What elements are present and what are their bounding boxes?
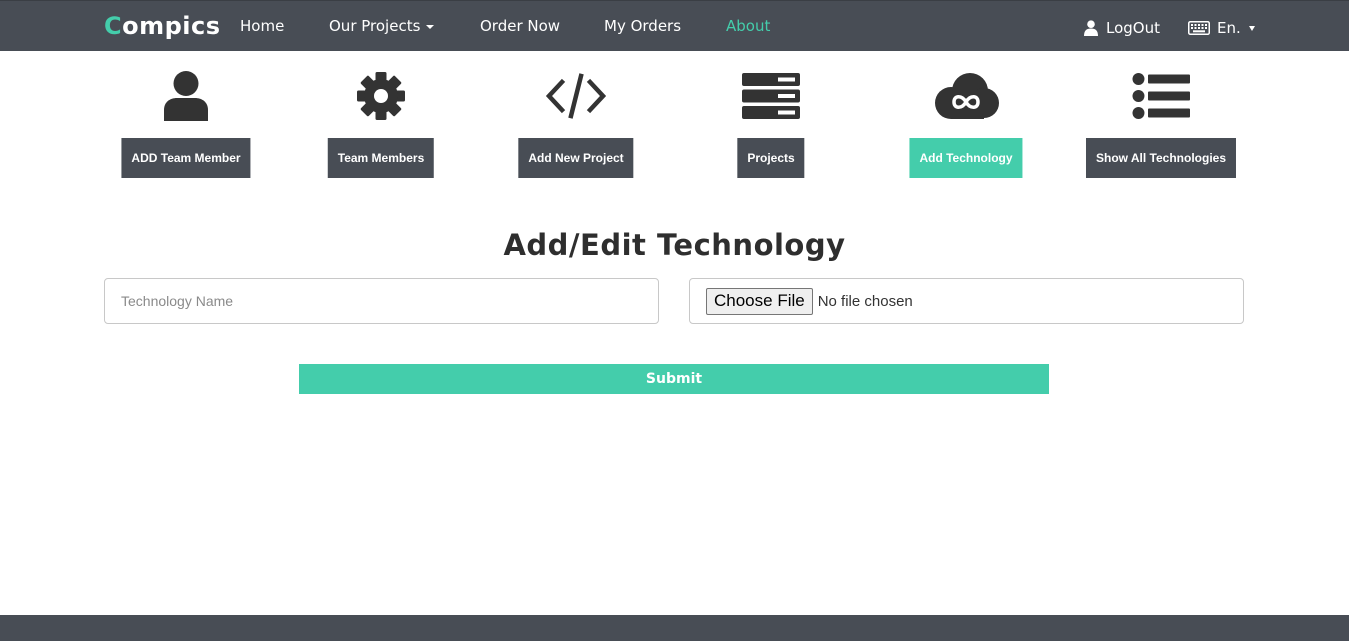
top-navbar: Compics Home Our Projects Order Now My O… bbox=[0, 0, 1349, 51]
tile-team-members: Team Members bbox=[281, 66, 481, 186]
keyboard-icon bbox=[1188, 21, 1210, 35]
server-icon bbox=[736, 66, 806, 126]
tile-add-technology: Add Technology bbox=[866, 66, 1066, 186]
language-dropdown[interactable]: En. bbox=[1188, 19, 1255, 37]
chevron-down-icon bbox=[426, 24, 435, 29]
language-label: En. bbox=[1217, 19, 1241, 37]
brand-logo[interactable]: Compics bbox=[104, 12, 221, 40]
logout-label: LogOut bbox=[1106, 19, 1160, 37]
nav-our-projects[interactable]: Our Projects bbox=[329, 17, 435, 35]
brand-logo-first-letter: C bbox=[104, 12, 123, 40]
tile-projects: Projects bbox=[671, 66, 871, 186]
tile-add-new-project: Add New Project bbox=[476, 66, 676, 186]
tile-add-team-member: ADD Team Member bbox=[86, 66, 286, 186]
cloud-infinity-icon bbox=[931, 66, 1001, 126]
add-new-project-button[interactable]: Add New Project bbox=[518, 138, 634, 178]
nav-my-orders[interactable]: My Orders bbox=[604, 17, 681, 35]
nav-about[interactable]: About bbox=[726, 17, 770, 35]
brand-logo-rest: ompics bbox=[122, 12, 221, 40]
nav-our-projects-label: Our Projects bbox=[329, 17, 421, 35]
submit-button[interactable]: Submit bbox=[299, 364, 1049, 394]
file-status-text: No file chosen bbox=[817, 292, 913, 310]
page-title: Add/Edit Technology bbox=[503, 228, 846, 262]
technology-image-file-input[interactable]: Choose File No file chosen bbox=[689, 278, 1244, 324]
nav-order-now[interactable]: Order Now bbox=[480, 17, 560, 35]
projects-button[interactable]: Projects bbox=[737, 138, 805, 178]
user-icon bbox=[151, 66, 221, 126]
technology-name-input[interactable] bbox=[104, 278, 659, 324]
gear-icon bbox=[346, 66, 416, 126]
logout-link[interactable]: LogOut bbox=[1084, 19, 1160, 37]
nav-home[interactable]: Home bbox=[240, 17, 284, 35]
user-icon bbox=[1084, 20, 1098, 36]
code-icon bbox=[541, 66, 611, 126]
choose-file-button[interactable]: Choose File bbox=[706, 287, 813, 315]
chevron-down-icon bbox=[1248, 25, 1255, 31]
footer bbox=[0, 615, 1349, 641]
tile-show-all-technologies: Show All Technologies bbox=[1061, 66, 1261, 186]
list-icon bbox=[1126, 66, 1196, 126]
team-members-button[interactable]: Team Members bbox=[327, 138, 435, 178]
add-technology-button[interactable]: Add Technology bbox=[909, 138, 1023, 178]
show-all-technologies-button[interactable]: Show All Technologies bbox=[1085, 138, 1237, 178]
add-team-member-button[interactable]: ADD Team Member bbox=[121, 138, 251, 178]
